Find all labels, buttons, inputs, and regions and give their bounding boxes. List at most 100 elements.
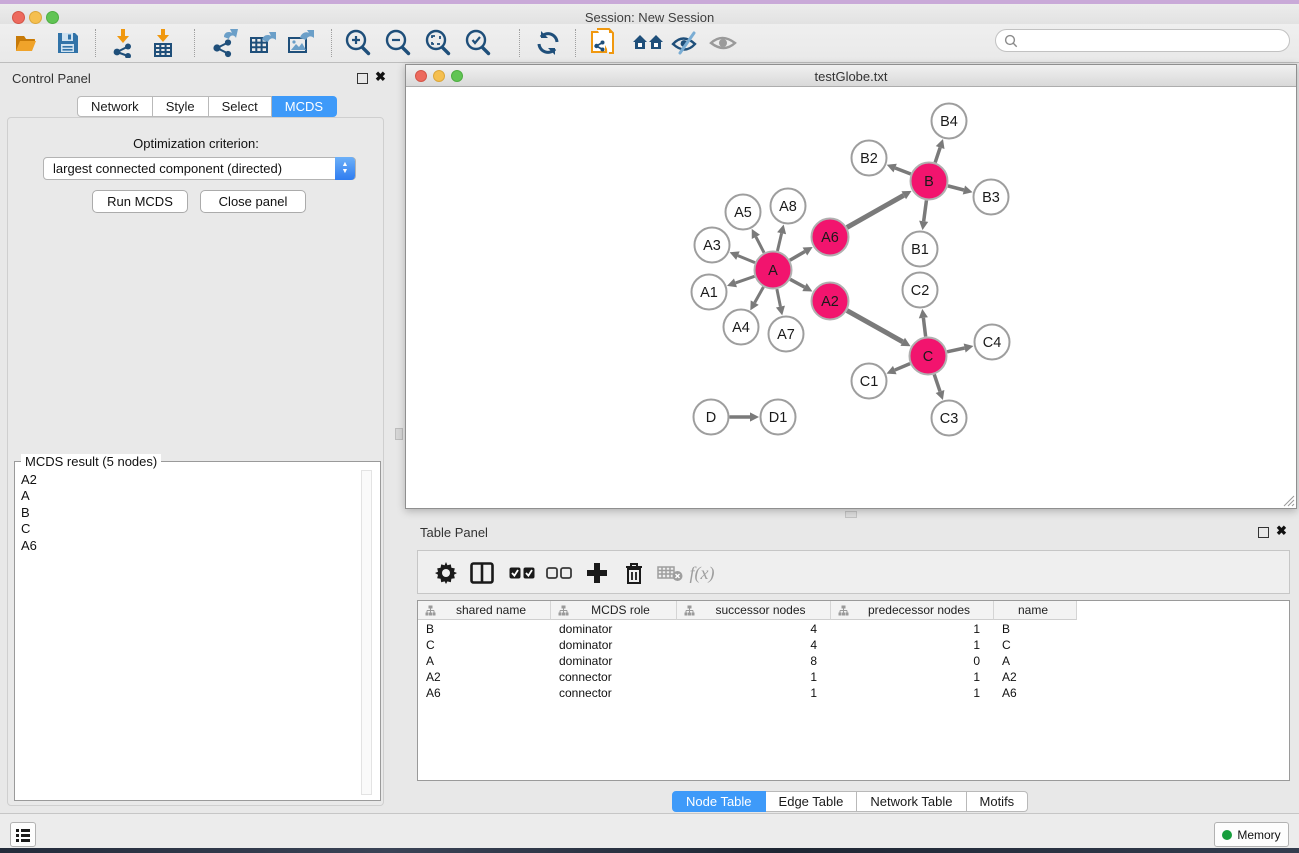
graph-edge-C-C3[interactable]	[934, 374, 940, 391]
table-row[interactable]: A2connector11A2	[418, 669, 1077, 685]
vertical-splitter-handle[interactable]	[395, 428, 403, 440]
first-neighbors-icon[interactable]	[632, 27, 664, 59]
table-cell[interactable]: A6	[418, 685, 551, 701]
tab-select[interactable]: Select	[209, 96, 272, 117]
zoom-fit-icon[interactable]	[422, 27, 454, 59]
close-panel-icon[interactable]: ✖	[375, 69, 386, 85]
table-row[interactable]: Bdominator41B	[418, 621, 1077, 637]
graph-edge-A-A6[interactable]	[790, 252, 805, 261]
hide-columns-icon[interactable]	[543, 557, 575, 589]
delete-table-icon[interactable]	[654, 557, 686, 589]
mcds-result-item[interactable]: A6	[21, 538, 37, 554]
open-session-icon[interactable]	[11, 27, 43, 59]
table-cell[interactable]: 0	[831, 653, 994, 669]
column-header-successor-nodes[interactable]: successor nodes	[677, 601, 831, 620]
column-header-predecessor-nodes[interactable]: predecessor nodes	[831, 601, 994, 620]
graph-edge-A2-C[interactable]	[847, 311, 903, 342]
mcds-result-item[interactable]: A2	[21, 472, 37, 488]
export-network-icon[interactable]	[208, 27, 240, 59]
table-cell[interactable]: 4	[677, 621, 831, 637]
table-cell[interactable]: 1	[831, 669, 994, 685]
graph-edge-B-B1[interactable]	[924, 200, 927, 221]
table-cell[interactable]: C	[418, 637, 551, 653]
resize-grip-icon[interactable]	[1283, 495, 1295, 507]
tab-edge-table[interactable]: Edge Table	[766, 791, 858, 812]
tab-mcds[interactable]: MCDS	[272, 96, 337, 117]
table-row[interactable]: A6connector11A6	[418, 685, 1077, 701]
graph-edge-C-C2[interactable]	[923, 318, 925, 337]
zoom-out-icon[interactable]	[382, 27, 414, 59]
table-cell[interactable]: A6	[994, 685, 1077, 701]
table-cell[interactable]: connector	[551, 685, 677, 701]
table-cell[interactable]: 8	[677, 653, 831, 669]
graph-edge-B-B3[interactable]	[948, 186, 964, 190]
table-cell[interactable]: 4	[677, 637, 831, 653]
table-cell[interactable]: A2	[418, 669, 551, 685]
search-box[interactable]	[995, 29, 1290, 52]
table-row[interactable]: Cdominator41C	[418, 637, 1077, 653]
table-cell[interactable]: dominator	[551, 621, 677, 637]
table-row[interactable]: Adominator80A	[418, 653, 1077, 669]
graph-edge-B-B2[interactable]	[895, 168, 911, 174]
graph-edge-A-A4[interactable]	[755, 287, 764, 303]
column-header-MCDS-role[interactable]: MCDS role	[551, 601, 677, 620]
table-settings-icon[interactable]	[430, 557, 462, 589]
memory-button[interactable]: Memory	[1214, 822, 1289, 847]
export-image-icon[interactable]	[285, 27, 317, 59]
mcds-result-item[interactable]: C	[21, 521, 37, 537]
graph-edge-A-A7[interactable]	[777, 289, 781, 306]
import-table-icon[interactable]	[147, 27, 179, 59]
mcds-result-item[interactable]: B	[21, 505, 37, 521]
table-cell[interactable]: A2	[994, 669, 1077, 685]
function-builder-icon[interactable]: f(x)	[686, 557, 718, 589]
tab-style[interactable]: Style	[153, 96, 209, 117]
table-cell[interactable]: connector	[551, 669, 677, 685]
split-view-icon[interactable]	[466, 557, 498, 589]
import-network-icon[interactable]	[107, 27, 139, 59]
mcds-result-scrollbar[interactable]	[361, 470, 372, 795]
delete-column-icon[interactable]	[618, 557, 650, 589]
float-panel-icon[interactable]	[1258, 527, 1269, 538]
zoom-in-icon[interactable]	[342, 27, 374, 59]
table-cell[interactable]: 1	[831, 621, 994, 637]
show-columns-icon[interactable]	[506, 557, 538, 589]
graph-edge-B-B4[interactable]	[935, 148, 940, 163]
table-cell[interactable]: 1	[677, 685, 831, 701]
horizontal-splitter-handle[interactable]	[845, 511, 857, 518]
refresh-layout-icon[interactable]	[532, 27, 564, 59]
graph-edge-A-A1[interactable]	[735, 276, 754, 283]
task-history-button[interactable]	[10, 822, 36, 847]
graph-edge-A-A5[interactable]	[756, 237, 764, 253]
network-graph-canvas[interactable]: B4B2BB3A8A5A6A3B1AC2A1A2A4A7C4CC1C3DD1	[406, 87, 1296, 509]
show-hidden-icon[interactable]	[707, 27, 739, 59]
table-cell[interactable]: A	[994, 653, 1077, 669]
float-panel-icon[interactable]	[357, 73, 368, 84]
search-input[interactable]	[1023, 34, 1289, 48]
run-mcds-button[interactable]: Run MCDS	[92, 190, 188, 213]
zoom-selected-icon[interactable]	[462, 27, 494, 59]
export-table-icon[interactable]	[247, 27, 279, 59]
network-window-titlebar[interactable]: testGlobe.txt	[406, 65, 1296, 87]
close-panel-button[interactable]: Close panel	[200, 190, 306, 213]
save-session-icon[interactable]	[52, 27, 84, 59]
hide-selected-icon[interactable]	[669, 27, 701, 59]
table-cell[interactable]: B	[418, 621, 551, 637]
add-column-icon[interactable]	[581, 557, 613, 589]
table-cell[interactable]: 1	[831, 685, 994, 701]
table-cell[interactable]: B	[994, 621, 1077, 637]
node-table[interactable]: shared nameMCDS rolesuccessor nodesprede…	[417, 600, 1290, 781]
table-cell[interactable]: 1	[677, 669, 831, 685]
graph-edge-A-A8[interactable]	[777, 233, 781, 251]
graph-edge-A6-B[interactable]	[847, 195, 904, 227]
tab-motifs[interactable]: Motifs	[967, 791, 1029, 812]
tab-node-table[interactable]: Node Table	[672, 791, 766, 812]
mcds-result-item[interactable]: A	[21, 488, 37, 504]
tab-network[interactable]: Network	[77, 96, 153, 117]
column-header-shared-name[interactable]: shared name	[418, 601, 551, 620]
table-cell[interactable]: 1	[831, 637, 994, 653]
table-cell[interactable]: dominator	[551, 653, 677, 669]
graph-edge-A-A3[interactable]	[738, 256, 755, 263]
table-cell[interactable]: A	[418, 653, 551, 669]
graph-edge-A-A2[interactable]	[790, 279, 804, 287]
network-document-icon[interactable]	[587, 27, 619, 59]
